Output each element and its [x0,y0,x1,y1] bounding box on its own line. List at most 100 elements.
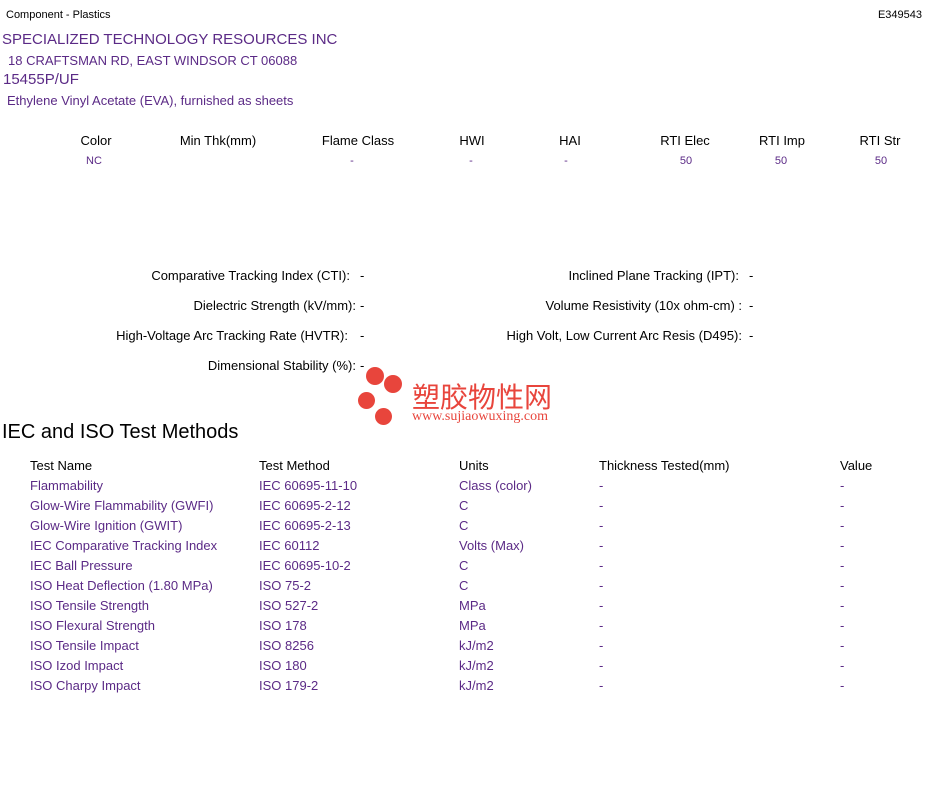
cell-test-method: ISO 178 [259,618,307,633]
cell-thickness: - [599,638,604,653]
cell-test-name: ISO Heat Deflection (1.80 MPa) [30,578,213,593]
cell-units: Class (color) [459,478,532,493]
cell-test-method: IEC 60695-2-13 [259,518,351,533]
property-value-dielectric: - [360,298,365,313]
property-label-d495: High Volt, Low Current Arc Resis (D495): [506,328,742,343]
property-label-hvtr: High-Voltage Arc Tracking Rate (HVTR): [116,328,348,343]
cell-test-method: IEC 60695-10-2 [259,558,351,573]
cell-thickness: - [599,678,604,693]
part-number: 15455P/UF [3,71,79,88]
test-methods-title: IEC and ISO Test Methods [2,421,239,443]
cell-units: Volts (Max) [459,538,525,553]
cell-thickness: - [599,578,604,593]
cell-test-method: IEC 60695-11-10 [259,478,358,493]
file-number: E349543 [877,9,922,21]
cell-units: C [459,518,469,533]
watermark-dot-icon [375,408,392,425]
cell-value: - [840,558,845,573]
watermark-url: www.sujiaowuxing.com [412,409,548,424]
cell-thickness: - [599,658,604,673]
cell-value: - [840,618,845,633]
cell-test-name: Flammability [30,478,103,493]
cell-value: - [840,658,845,673]
methods-header-thickness: Thickness Tested(mm) [599,458,730,473]
cell-test-method: ISO 180 [259,658,307,673]
cell-thickness: - [599,598,604,613]
company-address: 18 CRAFTSMAN RD, EAST WINDSOR CT 06088 [8,53,298,68]
cell-test-method: ISO 8256 [259,638,314,653]
cell-units: C [459,578,469,593]
cell-value: - [840,478,845,493]
cell-value: - [840,538,845,553]
rating-header-color: Color [80,133,112,148]
rating-value-flame-class: - [350,155,354,167]
property-label-volume-resistivity: Volume Resistivity (10x ohm-cm) : [545,298,743,313]
rating-header-hwi: HWI [459,133,485,148]
property-value-cti: - [360,268,365,283]
cell-units: C [459,558,469,573]
cell-units: C [459,498,469,513]
material-description: Ethylene Vinyl Acetate (EVA), furnished … [7,93,294,108]
methods-header-test-name: Test Name [30,458,93,473]
cell-thickness: - [599,518,604,533]
property-label-ipt: Inclined Plane Tracking (IPT): [568,268,739,283]
rating-header-hai: HAI [559,133,581,148]
cell-value: - [840,578,845,593]
property-value-ipt: - [749,268,754,283]
property-value-hvtr: - [360,328,365,343]
rating-value-color: NC [86,155,102,167]
property-value-volume-resistivity: - [749,298,754,313]
rating-header-rti-imp: RTI Imp [759,133,805,148]
cell-thickness: - [599,618,604,633]
rating-value-hwi: - [469,155,473,167]
cell-thickness: - [599,478,604,493]
cell-test-method: IEC 60695-2-12 [259,498,351,513]
rating-value-rti-elec: 50 [679,155,693,167]
rating-header-flame-class: Flame Class [321,133,395,148]
cell-thickness: - [599,538,604,553]
cell-test-method: ISO 179-2 [259,678,319,693]
property-label-dielectric: Dielectric Strength (kV/mm): [193,298,356,313]
cell-units: MPa [459,618,486,633]
property-value-d495: - [749,328,754,343]
rating-value-rti-imp: 50 [774,155,788,167]
cell-test-name: ISO Izod Impact [30,658,124,673]
category-label: Component - Plastics [6,9,111,21]
methods-header-units: Units [459,458,489,473]
property-label-cti: Comparative Tracking Index (CTI): [151,268,350,283]
rating-header-rti-str: RTI Str [859,133,901,148]
cell-thickness: - [599,558,604,573]
cell-test-name: ISO Charpy Impact [30,678,141,693]
property-label-dimensional: Dimensional Stability (%): [207,358,356,373]
cell-units: kJ/m2 [459,638,494,653]
cell-test-method: ISO 527-2 [259,598,319,613]
cell-test-name: IEC Ball Pressure [30,558,133,573]
cell-value: - [840,598,845,613]
cell-test-name: ISO Tensile Strength [30,598,149,613]
rating-value-rti-str: 50 [874,155,888,167]
cell-test-method: IEC 60112 [259,538,320,553]
company-name: SPECIALIZED TECHNOLOGY RESOURCES INC [2,31,338,48]
rating-value-hai: - [564,155,568,167]
cell-value: - [840,638,845,653]
watermark-dot-icon [384,375,402,393]
watermark-dot-icon [358,392,375,409]
rating-header-min-thk: Min Thk(mm) [179,133,257,148]
rating-header-rti-elec: RTI Elec [660,133,710,148]
cell-thickness: - [599,498,604,513]
cell-units: kJ/m2 [459,678,494,693]
cell-test-name: ISO Tensile Impact [30,638,139,653]
cell-units: MPa [459,598,486,613]
cell-value: - [840,518,845,533]
methods-header-value: Value [840,458,873,473]
cell-test-name: Glow-Wire Flammability (GWFI) [30,498,214,513]
cell-test-method: ISO 75-2 [259,578,312,593]
cell-test-name: Glow-Wire Ignition (GWIT) [30,518,183,533]
cell-value: - [840,498,845,513]
cell-units: kJ/m2 [459,658,494,673]
cell-value: - [840,678,845,693]
watermark-dot-icon [366,367,384,385]
methods-header-test-method: Test Method [259,458,330,473]
cell-test-name: ISO Flexural Strength [30,618,155,633]
property-value-dimensional: - [360,358,365,373]
